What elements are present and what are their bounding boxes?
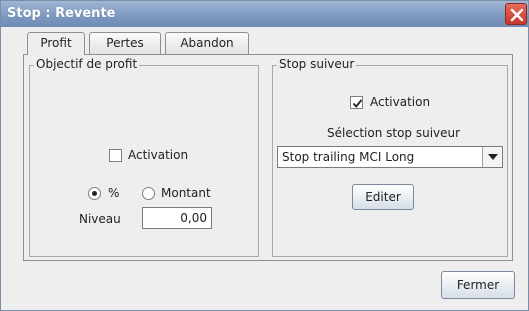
- tab-abandon[interactable]: Abandon: [165, 32, 249, 54]
- selection-stop-label: Sélection stop suiveur: [327, 126, 461, 140]
- profit-activation-label: Activation: [128, 148, 189, 162]
- dropdown-arrow[interactable]: [482, 147, 502, 167]
- tab-abandon-label: Abandon: [180, 36, 234, 50]
- stop-activation-label: Activation: [370, 95, 431, 109]
- tab-pertes[interactable]: Pertes: [89, 32, 161, 54]
- stop-activation-checkbox[interactable]: [350, 96, 363, 109]
- close-icon: [510, 8, 524, 22]
- close-button[interactable]: Fermer: [441, 271, 515, 299]
- title-bar[interactable]: Stop : Revente: [1, 1, 528, 27]
- radio-montant[interactable]: [142, 187, 155, 200]
- close-window-button[interactable]: [505, 3, 527, 25]
- stop-suiveur-group: Stop suiveur Activation Sélection stop s…: [272, 57, 508, 257]
- objectif-profit-group: Objectif de profit Activation % Montant …: [29, 57, 259, 257]
- tab-panel-profit: Objectif de profit Activation % Montant …: [23, 54, 513, 261]
- objectif-profit-title: Objectif de profit: [34, 57, 140, 71]
- checkmark-icon: [352, 99, 363, 108]
- niveau-label: Niveau: [79, 212, 121, 226]
- tab-profit-label: Profit: [40, 36, 72, 50]
- profit-activation-checkbox[interactable]: [109, 149, 122, 162]
- window-title: Stop : Revente: [7, 6, 116, 21]
- tab-pertes-label: Pertes: [106, 36, 144, 50]
- stop-suiveur-title: Stop suiveur: [277, 57, 357, 71]
- edit-button[interactable]: Editer: [352, 184, 414, 210]
- stop-suiveur-select[interactable]: Stop trailing MCI Long: [277, 146, 503, 168]
- radio-percent-label: %: [108, 186, 120, 200]
- stop-suiveur-selected-value: Stop trailing MCI Long: [282, 150, 415, 164]
- radio-percent[interactable]: [88, 187, 101, 200]
- radio-montant-label: Montant: [161, 186, 211, 200]
- niveau-input[interactable]: 0,00: [142, 207, 212, 229]
- dialog-window: Stop : Revente Profit Pertes Abandon Obj…: [0, 0, 529, 311]
- tab-profit[interactable]: Profit: [27, 32, 85, 55]
- chevron-down-icon: [488, 154, 498, 160]
